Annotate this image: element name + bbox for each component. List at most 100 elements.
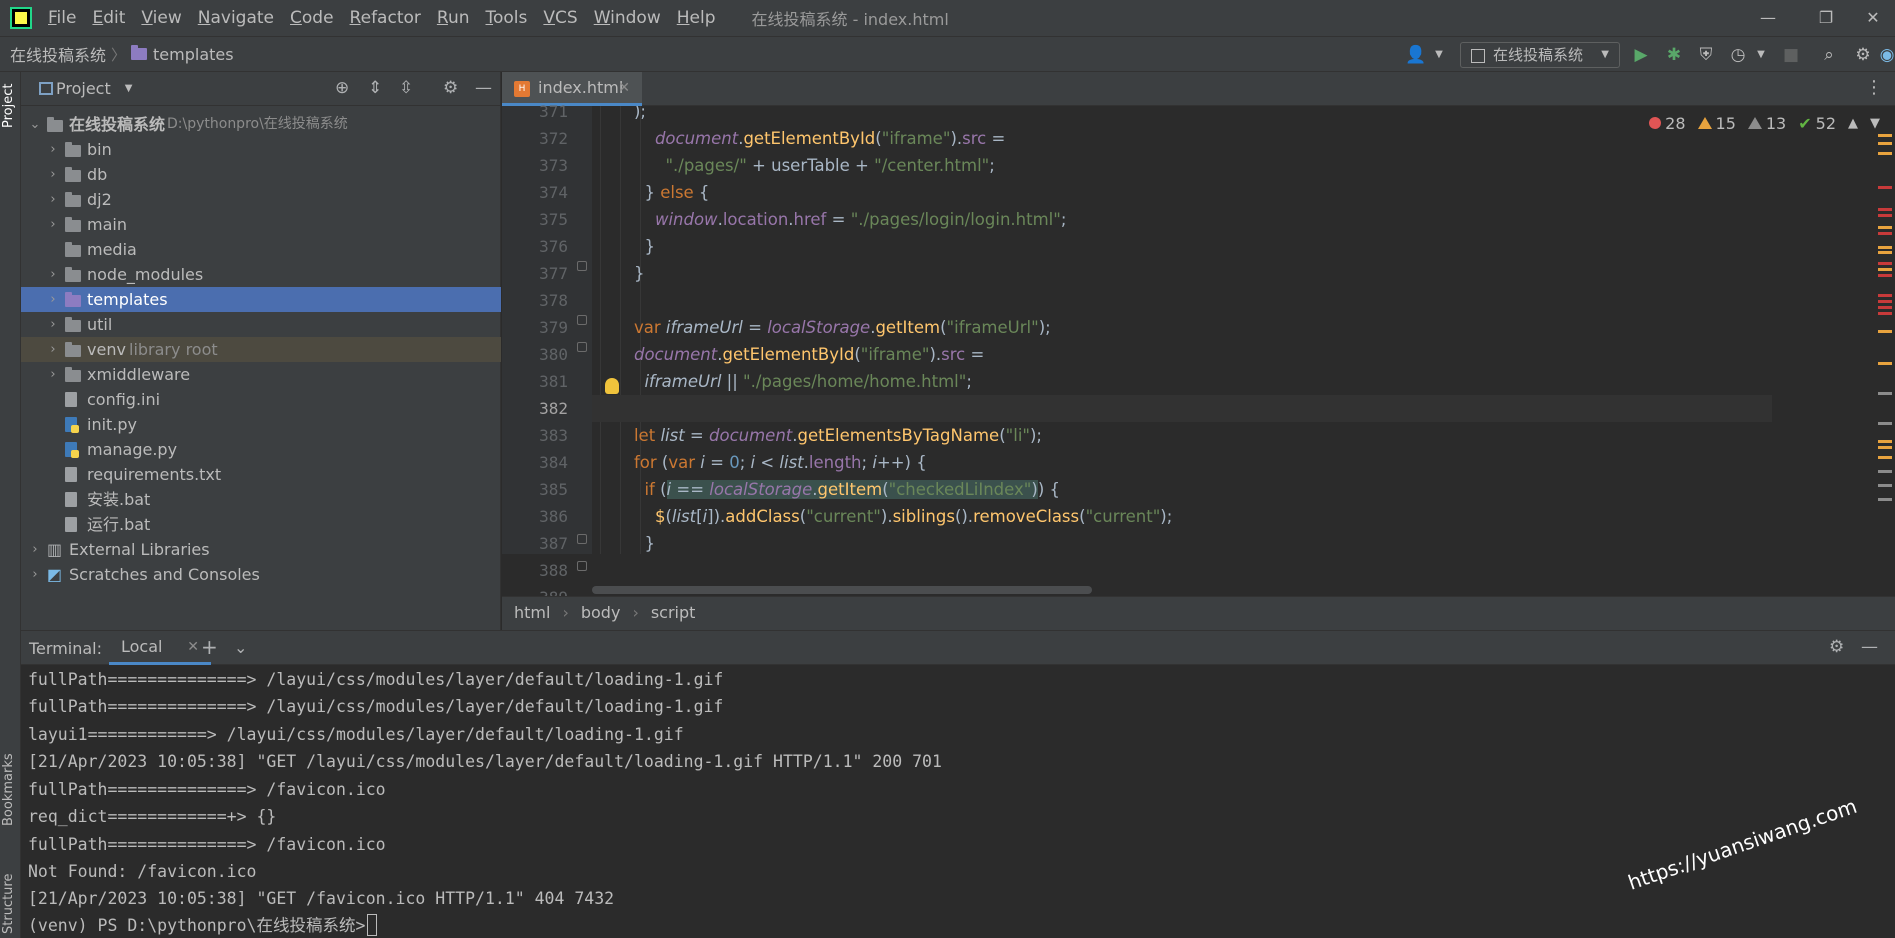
chevron-right-icon[interactable]: › bbox=[47, 212, 59, 237]
error-stripe-mark[interactable] bbox=[1878, 208, 1892, 211]
error-stripe-mark[interactable] bbox=[1878, 274, 1892, 277]
error-stripe-mark[interactable] bbox=[1878, 484, 1892, 487]
menu-edit[interactable]: Edit bbox=[92, 8, 125, 28]
fold-marker-icon[interactable] bbox=[577, 342, 587, 352]
chevron-right-icon[interactable]: › bbox=[47, 162, 59, 187]
tree-item[interactable]: › ▥ External Libraries bbox=[21, 537, 501, 562]
breadcrumb-folder[interactable]: templates bbox=[153, 45, 234, 64]
more-options-icon[interactable]: ⋮ bbox=[1865, 77, 1883, 98]
error-stripe-mark[interactable] bbox=[1878, 422, 1892, 425]
fold-marker-icon[interactable] bbox=[577, 315, 587, 325]
error-stripe-mark[interactable] bbox=[1878, 186, 1892, 189]
tree-item[interactable]: 安装.bat bbox=[21, 487, 501, 512]
tree-item[interactable]: init.py bbox=[21, 412, 501, 437]
error-stripe-mark[interactable] bbox=[1878, 306, 1892, 309]
chevron-down-icon[interactable]: ▼ bbox=[1428, 43, 1450, 67]
toolbox-icon[interactable]: ◉ bbox=[1876, 43, 1895, 67]
ok-count[interactable]: ✔ 52 bbox=[1798, 114, 1836, 133]
stop-icon[interactable]: ■ bbox=[1780, 43, 1802, 67]
error-stripe-mark[interactable] bbox=[1878, 440, 1892, 443]
chevron-down-icon[interactable]: ⌄ bbox=[234, 638, 247, 657]
hide-panel-icon[interactable]: — bbox=[1861, 637, 1878, 657]
profile-icon[interactable]: ◷ bbox=[1727, 43, 1749, 67]
error-stripe-mark[interactable] bbox=[1878, 214, 1892, 217]
tree-item[interactable]: › node_modules bbox=[21, 262, 501, 287]
collapse-all-icon[interactable]: ⇳ bbox=[399, 78, 413, 98]
error-stripe-mark[interactable] bbox=[1878, 312, 1892, 315]
menu-navigate[interactable]: Navigate bbox=[198, 8, 274, 28]
error-stripe-mark[interactable] bbox=[1878, 134, 1892, 137]
chevron-right-icon[interactable]: › bbox=[47, 362, 59, 387]
menu-tools[interactable]: Tools bbox=[486, 8, 528, 28]
chevron-right-icon[interactable]: › bbox=[29, 537, 41, 562]
settings-gear-icon[interactable]: ⚙ bbox=[443, 78, 458, 98]
chevron-right-icon[interactable]: › bbox=[47, 137, 59, 162]
close-tab-icon[interactable]: ✕ bbox=[618, 72, 630, 104]
project-view-selector[interactable]: Project bbox=[56, 79, 111, 98]
menu-file[interactable]: File bbox=[48, 8, 76, 28]
expand-all-icon[interactable]: ⇕ bbox=[368, 78, 382, 98]
inspection-widget[interactable]: 28 15 13 ✔ 52 ▲ ▼ bbox=[1637, 112, 1880, 134]
error-stripe-mark[interactable] bbox=[1878, 498, 1892, 501]
warning-count[interactable]: 15 bbox=[1697, 114, 1736, 133]
error-stripe-mark[interactable] bbox=[1878, 294, 1892, 297]
tree-item[interactable]: requirements.txt bbox=[21, 462, 501, 487]
breadcrumb-html[interactable]: html bbox=[514, 603, 550, 622]
chevron-right-icon[interactable]: › bbox=[29, 562, 41, 587]
error-stripe[interactable] bbox=[1875, 106, 1895, 554]
previous-highlight-icon[interactable]: ▲ bbox=[1848, 116, 1858, 131]
chevron-down-icon[interactable]: ▼ bbox=[1750, 43, 1772, 67]
error-stripe-mark[interactable] bbox=[1878, 251, 1892, 254]
error-stripe-mark[interactable] bbox=[1878, 470, 1892, 473]
structure-tool-button[interactable]: Structure bbox=[1, 874, 16, 934]
breadcrumb-body[interactable]: body bbox=[581, 603, 621, 622]
chevron-right-icon[interactable]: › bbox=[47, 337, 59, 362]
tree-item[interactable]: › db bbox=[21, 162, 501, 187]
tree-item[interactable]: › main bbox=[21, 212, 501, 237]
pycharm-logo-icon[interactable] bbox=[10, 7, 32, 29]
menu-refactor[interactable]: Refactor bbox=[350, 8, 421, 28]
run-icon[interactable]: ▶ bbox=[1630, 43, 1652, 67]
maximize-button[interactable]: ❐ bbox=[1803, 4, 1849, 32]
close-tab-icon[interactable]: ✕ bbox=[187, 631, 199, 663]
minimize-button[interactable]: — bbox=[1745, 4, 1791, 32]
chevron-down-icon[interactable]: ⌄ bbox=[29, 112, 41, 137]
error-stripe-mark[interactable] bbox=[1878, 232, 1892, 235]
tree-item[interactable]: › dj2 bbox=[21, 187, 501, 212]
error-count[interactable]: 28 bbox=[1649, 114, 1686, 133]
menu-vcs[interactable]: VCS bbox=[543, 8, 577, 28]
breadcrumb-script[interactable]: script bbox=[651, 603, 696, 622]
settings-gear-icon[interactable]: ⚙ bbox=[1829, 637, 1844, 657]
error-stripe-mark[interactable] bbox=[1878, 330, 1892, 333]
error-stripe-mark[interactable] bbox=[1878, 142, 1892, 145]
debug-icon[interactable]: ✱ bbox=[1663, 43, 1685, 67]
terminal-prompt[interactable]: (venv) PS D:\pythonpro\在线投稿系统> bbox=[28, 912, 378, 938]
menu-code[interactable]: Code bbox=[290, 8, 334, 28]
locate-file-icon[interactable]: ⊕ bbox=[335, 78, 349, 98]
menu-view[interactable]: View bbox=[141, 8, 181, 28]
error-stripe-mark[interactable] bbox=[1878, 226, 1892, 229]
bookmarks-tool-button[interactable]: Bookmarks bbox=[1, 753, 16, 826]
new-terminal-icon[interactable]: + bbox=[201, 635, 218, 659]
menu-run[interactable]: Run bbox=[437, 8, 470, 28]
chevron-right-icon[interactable]: › bbox=[47, 187, 59, 212]
settings-gear-icon[interactable]: ⚙ bbox=[1852, 43, 1874, 67]
chevron-down-icon[interactable]: ▼ bbox=[125, 83, 133, 94]
terminal-tab-local[interactable]: Local ✕ bbox=[109, 631, 211, 665]
menu-window[interactable]: Window bbox=[594, 8, 661, 28]
tree-item[interactable]: media bbox=[21, 237, 501, 262]
weak-warning-count[interactable]: 13 bbox=[1747, 114, 1786, 133]
run-configuration-selector[interactable]: 在线投稿系统 ▼ bbox=[1460, 42, 1620, 68]
error-stripe-mark[interactable] bbox=[1878, 152, 1892, 155]
user-icon[interactable]: 👤 bbox=[1405, 43, 1427, 67]
chevron-right-icon[interactable]: › bbox=[47, 287, 59, 312]
chevron-right-icon[interactable]: › bbox=[47, 312, 59, 337]
fold-marker-icon[interactable] bbox=[577, 561, 587, 571]
error-stripe-mark[interactable] bbox=[1878, 362, 1892, 365]
close-button[interactable]: ✕ bbox=[1850, 4, 1895, 32]
search-icon[interactable]: ⌕ bbox=[1818, 43, 1840, 67]
tree-item[interactable]: › xmiddleware bbox=[21, 362, 501, 387]
code-area[interactable]: ); document.getElementById("iframe").src… bbox=[592, 106, 1772, 554]
tree-item[interactable]: manage.py bbox=[21, 437, 501, 462]
tree-item[interactable]: › venv library root bbox=[21, 337, 501, 362]
